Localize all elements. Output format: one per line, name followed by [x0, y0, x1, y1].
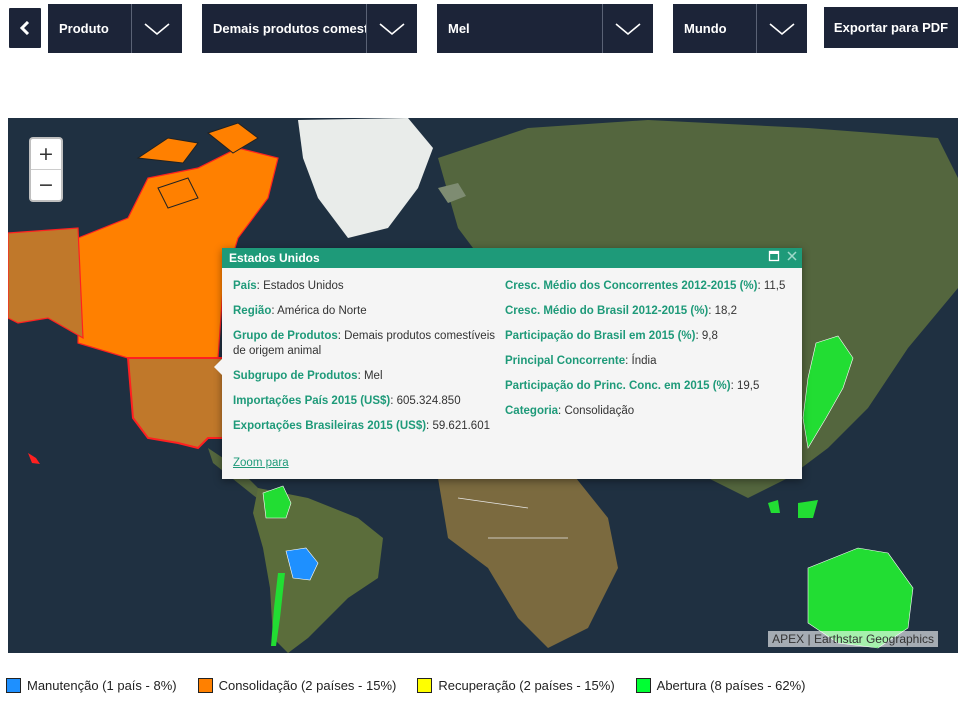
field-value: Estados Unidos	[263, 280, 344, 292]
legend-item-abertura: Abertura (8 países - 62%)	[635, 677, 806, 693]
chevron-down-icon	[366, 4, 417, 53]
legend-swatch	[417, 677, 433, 693]
export-pdf-button[interactable]: Exportar para PDF	[824, 7, 958, 48]
field-key: País	[233, 280, 257, 292]
field-key: Cresc. Médio dos Concorrentes 2012-2015 …	[505, 280, 758, 292]
popup-field: Cresc. Médio do Brasil 2012-2015 (%): 18…	[505, 305, 738, 317]
popup-left-column: País: Estados Unidos Região: América do …	[233, 279, 495, 444]
popup-right-column: Cresc. Médio dos Concorrentes 2012-2015 …	[505, 279, 795, 429]
dropdown-label: Mundo	[684, 21, 727, 36]
field-key: Cresc. Médio do Brasil 2012-2015 (%)	[505, 305, 709, 317]
field-value: Mel	[363, 370, 383, 382]
field-value: Índia	[631, 355, 657, 367]
close-icon[interactable]	[786, 250, 798, 262]
legend-swatch	[635, 677, 651, 693]
dropdown-label: Demais produtos comestív	[213, 21, 366, 36]
zoom-controls: + −	[29, 137, 63, 202]
popup-field: Principal Concorrente: Índia	[505, 355, 657, 367]
popup-field: Participação do Princ. Conc. em 2015 (%)…	[505, 380, 760, 392]
popup-header: Estados Unidos	[222, 248, 802, 268]
popup-field: Importações País 2015 (US$): 605.324.850	[233, 395, 461, 407]
product-subgroup-dropdown[interactable]: Mel	[437, 4, 653, 53]
popup-title: Estados Unidos	[229, 251, 320, 265]
field-key: Subgrupo de Produtos	[233, 370, 358, 382]
back-button[interactable]	[9, 8, 41, 48]
popup-field: Categoria: Consolidação	[505, 405, 635, 417]
field-value: 19,5	[737, 380, 760, 392]
legend-swatch	[197, 677, 213, 693]
field-key: Grupo de Produtos	[233, 330, 338, 342]
field-key: Categoria	[505, 405, 559, 417]
zoom-in-button[interactable]: +	[31, 139, 61, 170]
legend-label: Recuperação (2 países - 15%)	[438, 677, 615, 693]
top-toolbar: Produto Demais produtos comestív Mel Mun…	[0, 0, 970, 60]
popup-field: Participação do Brasil em 2015 (%): 9,8	[505, 330, 718, 342]
field-value: 18,2	[714, 305, 738, 317]
field-value: América do Norte	[277, 305, 367, 317]
field-value: 59.621.601	[432, 420, 490, 432]
map-legend: Manutenção (1 país - 8%) Consolidação (2…	[6, 676, 827, 694]
chevron-down-icon	[131, 4, 182, 53]
popup-field: Exportações Brasileiras 2015 (US$): 59.6…	[233, 420, 490, 432]
chevron-down-icon	[756, 4, 807, 53]
dropdown-label: Mel	[448, 21, 470, 36]
product-group-dropdown[interactable]: Demais produtos comestív	[202, 4, 417, 53]
field-key: Importações País 2015 (US$)	[233, 395, 391, 407]
legend-label: Abertura (8 países - 62%)	[656, 677, 806, 693]
chevron-down-icon	[602, 4, 653, 53]
popup-field: País: Estados Unidos	[233, 280, 344, 292]
legend-item-consolidacao: Consolidação (2 países - 15%)	[197, 677, 397, 693]
legend-swatch	[6, 677, 21, 693]
popup-field: Subgrupo de Produtos: Mel	[233, 370, 383, 382]
field-key: Principal Concorrente	[505, 355, 626, 367]
field-key: Exportações Brasileiras 2015 (US$)	[233, 420, 427, 432]
field-key: Região	[233, 305, 272, 317]
chevron-left-icon	[20, 21, 30, 35]
zoom-out-button[interactable]: −	[31, 170, 61, 200]
product-type-dropdown[interactable]: Produto	[48, 4, 182, 53]
field-value: 9,8	[701, 330, 718, 342]
legend-item-recuperacao: Recuperação (2 países - 15%)	[417, 677, 615, 693]
legend-label: Consolidação (2 países - 15%)	[218, 677, 397, 693]
popup-pointer	[214, 358, 223, 376]
field-value: 11,5	[763, 280, 786, 292]
popup-field: Região: América do Norte	[233, 305, 367, 317]
field-key: Participação do Princ. Conc. em 2015 (%)	[505, 380, 731, 392]
maximize-icon[interactable]	[768, 250, 780, 262]
field-key: Participação do Brasil em 2015 (%)	[505, 330, 696, 342]
zoom-to-link[interactable]: Zoom para	[233, 457, 289, 469]
popup-field: Cresc. Médio dos Concorrentes 2012-2015 …	[505, 280, 786, 292]
legend-item-manutencao: Manutenção (1 país - 8%)	[6, 677, 177, 693]
map-attribution: APEX | Earthstar Geographics	[768, 631, 938, 647]
popup-field: Grupo de Produtos: Demais produtos comes…	[233, 330, 496, 357]
field-value: 605.324.850	[396, 395, 461, 407]
country-popup: Estados Unidos País: Estados Unidos Regi…	[214, 248, 802, 479]
popup-controls	[768, 250, 798, 262]
dropdown-label: Produto	[59, 21, 109, 36]
region-dropdown[interactable]: Mundo	[673, 4, 807, 53]
field-value: Consolidação	[564, 405, 635, 417]
legend-label: Manutenção (1 país - 8%)	[27, 677, 177, 693]
